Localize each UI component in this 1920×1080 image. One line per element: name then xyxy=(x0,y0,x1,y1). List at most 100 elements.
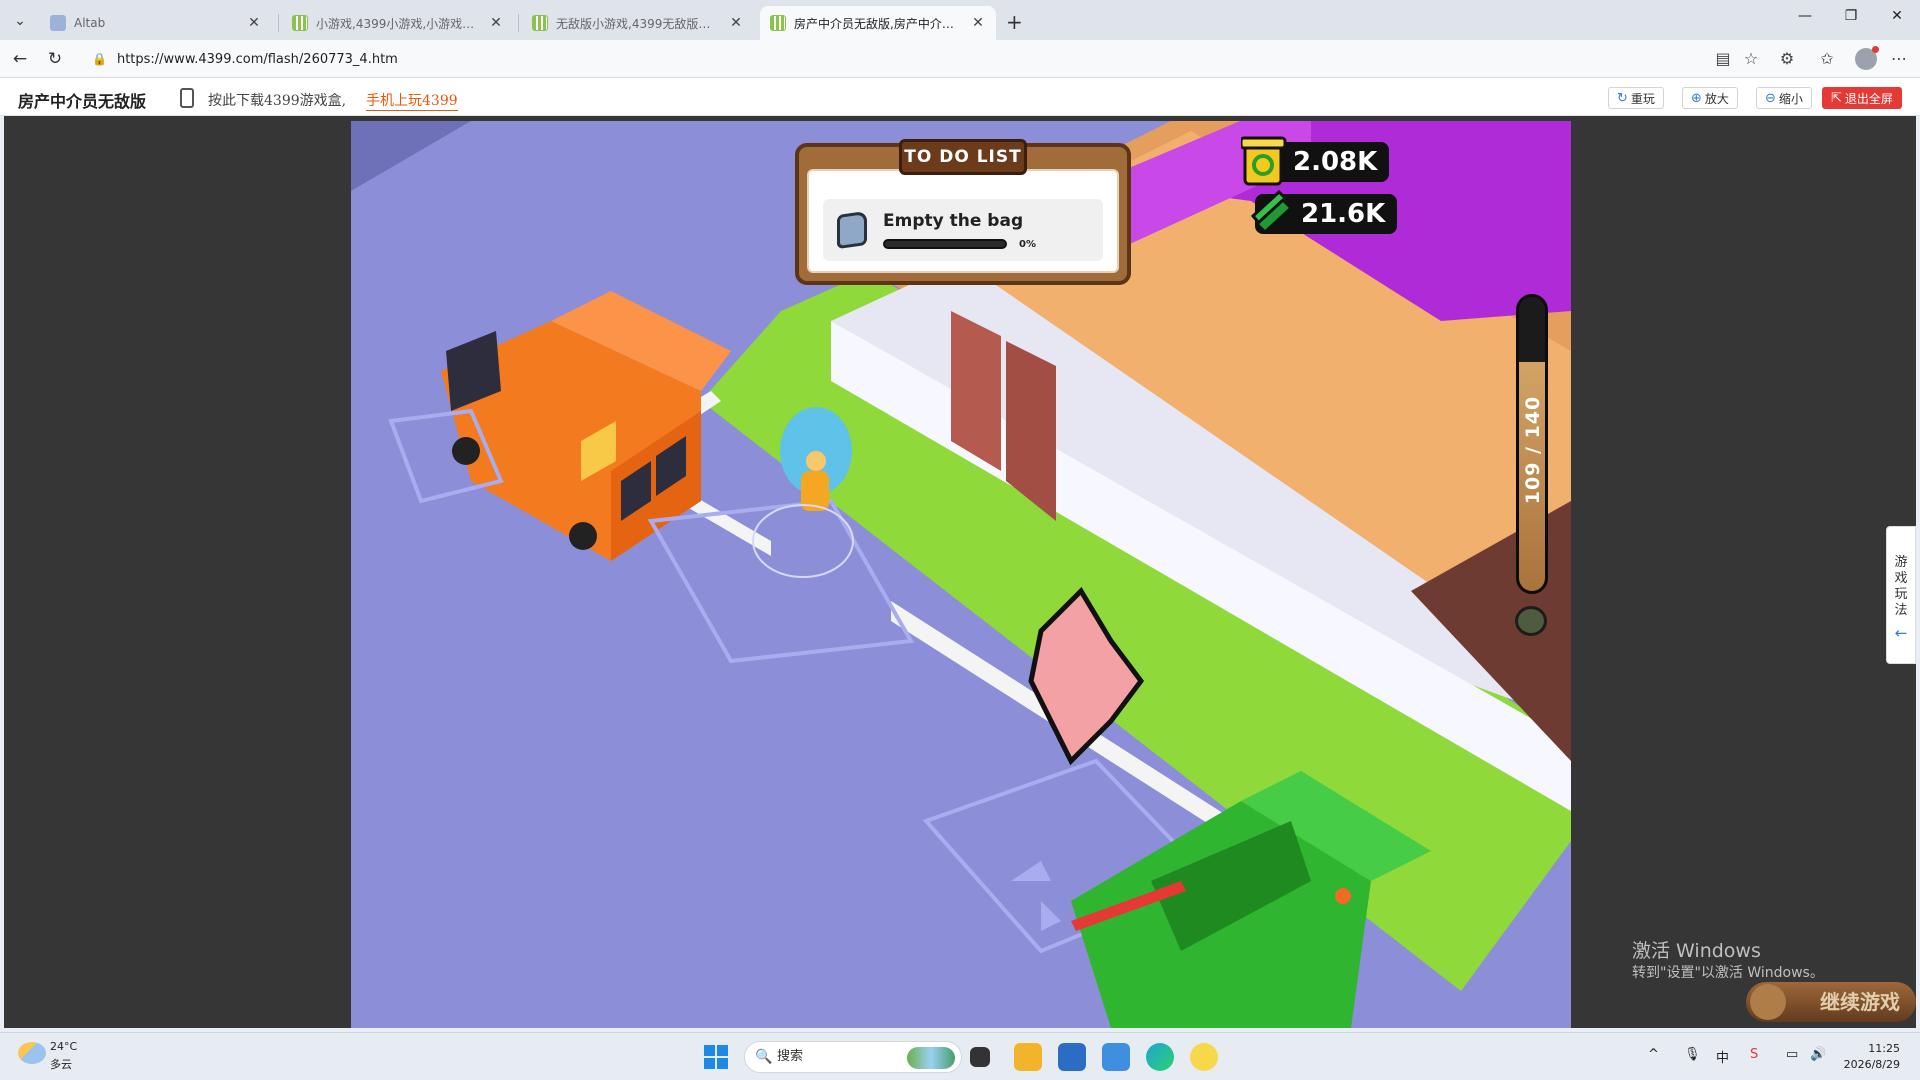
weather-temperature: 24°C xyxy=(50,1040,78,1053)
search-icon: 🔍 xyxy=(755,1049,773,1065)
whiteboard-icon[interactable] xyxy=(1102,1043,1130,1071)
minimize-button[interactable]: — xyxy=(1790,8,1820,24)
cash-counter: 21.6K xyxy=(1250,189,1398,235)
tab-altab[interactable]: Altab ✕ xyxy=(40,6,272,40)
edge-browser-icon[interactable] xyxy=(1146,1043,1174,1071)
site-header: 房产中介员无敌版 按此下载4399游戏盒, 手机上玩4399 ↻ 重玩 ⊕ 放大 ⊖… xyxy=(0,78,1920,116)
close-icon[interactable]: ✕ xyxy=(728,15,744,31)
grid-icon xyxy=(532,15,548,31)
task-progress-bar xyxy=(883,239,1007,249)
favorites-icon[interactable]: ✩ xyxy=(1816,49,1838,68)
arrow-left-icon: ← xyxy=(1894,624,1908,642)
task-item: Empty the bag 0% xyxy=(823,199,1103,261)
taskbar: 24°C 多云 🔍 搜索 ^ 🎙 中 S ▭ 🔊 11:25 2026/8/29 xyxy=(0,1032,1920,1080)
close-icon[interactable]: ✕ xyxy=(970,15,986,31)
task-view-icon[interactable] xyxy=(970,1047,990,1067)
tab-title: 小游戏,4399小游戏,小游戏大全,双 xyxy=(316,16,482,31)
side-tab-char: 玩 xyxy=(1894,587,1908,602)
side-tab-char: 法 xyxy=(1894,603,1908,618)
recycle-bin-icon xyxy=(1241,136,1287,186)
tab-title: 无敌版小游戏,4399无敌版小游戏,7 xyxy=(556,16,722,31)
replay-button[interactable]: ↻ 重玩 xyxy=(1608,87,1664,109)
phone-icon xyxy=(180,88,194,108)
tab-title: Altab xyxy=(74,16,106,30)
clock[interactable]: 11:25 2026/8/29 xyxy=(1838,1041,1900,1073)
side-tab-char: 戏 xyxy=(1894,571,1908,586)
sogou-icon[interactable]: S xyxy=(1750,1047,1758,1062)
reader-icon[interactable]: ▤ xyxy=(1712,49,1734,68)
zoom-in-label: 放大 xyxy=(1704,91,1729,106)
zoom-in-icon: ⊕ xyxy=(1691,90,1702,106)
network-icon[interactable]: ▭ xyxy=(1786,1047,1798,1062)
trash-amount: 2.08K xyxy=(1293,147,1378,177)
app-icon[interactable] xyxy=(1190,1043,1218,1071)
side-tab-char: 游 xyxy=(1894,555,1908,570)
clock-time: 11:25 xyxy=(1868,1042,1900,1055)
volume-icon[interactable]: 🔊 xyxy=(1810,1047,1826,1062)
restore-button[interactable]: ❐ xyxy=(1836,8,1866,24)
task-progress-text: 0% xyxy=(1019,239,1036,250)
close-icon[interactable]: ✕ xyxy=(246,15,262,31)
ai-icon xyxy=(50,15,66,31)
close-icon[interactable]: ✕ xyxy=(488,15,504,31)
grid-icon xyxy=(770,15,786,31)
bag-capacity-bar: 109 / 140 xyxy=(1516,294,1548,594)
game-title: 房产中介员无敌版 xyxy=(18,92,147,111)
exit-icon: ⇱ xyxy=(1831,90,1842,106)
chevron-up-icon[interactable]: ^ xyxy=(1648,1047,1659,1062)
zoom-out-label: 缩小 xyxy=(1778,91,1803,106)
activate-windows-sub: 转到"设置"以激活 Windows。 xyxy=(1632,965,1824,981)
file-explorer-icon[interactable] xyxy=(1014,1043,1042,1071)
exit-fullscreen-button[interactable]: ⇱ 退出全屏 xyxy=(1822,87,1902,109)
mobile-play-link[interactable]: 手机上玩4399 xyxy=(366,90,458,111)
bag-capacity-text: 109 / 140 xyxy=(1522,395,1544,505)
url-field[interactable]: 🔒 https://www.4399.com/flash/260773_4.ht… xyxy=(80,45,1710,73)
grid-icon xyxy=(292,15,308,31)
activate-windows-title: 激活 Windows xyxy=(1632,940,1761,962)
todo-title: TO DO LIST xyxy=(899,139,1027,175)
zoom-out-button[interactable]: ⊖ 缩小 xyxy=(1756,87,1812,109)
trash-type-icon xyxy=(1515,606,1547,636)
more-icon[interactable]: ⋯ xyxy=(1888,49,1910,68)
todo-inner: Empty the bag 0% xyxy=(807,169,1119,273)
tab-4399-games[interactable]: 小游戏,4399小游戏,小游戏大全,双 ✕ xyxy=(282,6,514,40)
task-label: Empty the bag xyxy=(883,211,1024,231)
extensions-icon[interactable]: ⚙ xyxy=(1776,49,1798,68)
game-canvas[interactable]: Empty the bag 0% TO DO LIST 2.08K 21.6K … xyxy=(351,121,1571,1028)
taskbar-search[interactable]: 🔍 搜索 xyxy=(744,1041,962,1073)
search-placeholder: 搜索 xyxy=(777,1049,804,1064)
windows-start-icon[interactable] xyxy=(704,1045,728,1069)
tab-bar: ⌄ Altab ✕ 小游戏,4399小游戏,小游戏大全,双 ✕ 无敌版小游戏,4… xyxy=(0,0,1920,40)
replay-label: 重玩 xyxy=(1630,91,1655,106)
replay-icon: ↻ xyxy=(1617,90,1628,106)
profile-avatar[interactable] xyxy=(1855,46,1879,70)
zoom-in-button[interactable]: ⊕ 放大 xyxy=(1682,87,1738,109)
new-tab-button[interactable]: + xyxy=(1006,10,1023,34)
tab-list-icon[interactable]: ⌄ xyxy=(8,10,32,32)
weather-icon[interactable] xyxy=(18,1042,46,1064)
search-highlight-image xyxy=(907,1047,955,1069)
address-bar: ← ↻ 🔒 https://www.4399.com/flash/260773_… xyxy=(0,40,1920,78)
cash-icon xyxy=(1250,189,1294,235)
tab-real-estate-agent[interactable]: 房产中介员无敌版,房产中介员无 ✕ xyxy=(760,6,996,40)
trash-bag-icon xyxy=(837,210,867,250)
favorite-star-icon[interactable]: ☆ xyxy=(1740,49,1762,68)
how-to-play-tab[interactable]: 游 戏 玩 法 ← xyxy=(1886,526,1916,664)
continue-game-button[interactable]: 继续游戏 xyxy=(1746,982,1916,1022)
ime-indicator[interactable]: 中 xyxy=(1716,1047,1729,1066)
store-icon[interactable] xyxy=(1058,1043,1086,1071)
tab-title: 房产中介员无敌版,房产中介员无 xyxy=(794,16,964,31)
url-text: https://www.4399.com/flash/260773_4.htm xyxy=(116,51,398,67)
zoom-out-icon: ⊖ xyxy=(1765,90,1776,106)
lock-icon[interactable]: 🔒 xyxy=(92,52,107,66)
refresh-icon[interactable]: ↻ xyxy=(44,49,66,69)
close-window-button[interactable]: ✕ xyxy=(1882,8,1912,24)
tab-invincible-games[interactable]: 无敌版小游戏,4399无敌版小游戏,7 ✕ xyxy=(522,6,754,40)
microphone-icon[interactable]: 🎙 xyxy=(1684,1047,1701,1062)
todo-list-panel: Empty the bag 0% TO DO LIST xyxy=(795,139,1131,285)
weather-description: 多云 xyxy=(50,1058,72,1071)
back-icon[interactable]: ← xyxy=(9,49,31,69)
exit-fullscreen-label: 退出全屏 xyxy=(1844,91,1893,106)
cash-amount: 21.6K xyxy=(1301,199,1386,229)
download-text: 按此下载4399游戏盒, xyxy=(208,93,347,109)
